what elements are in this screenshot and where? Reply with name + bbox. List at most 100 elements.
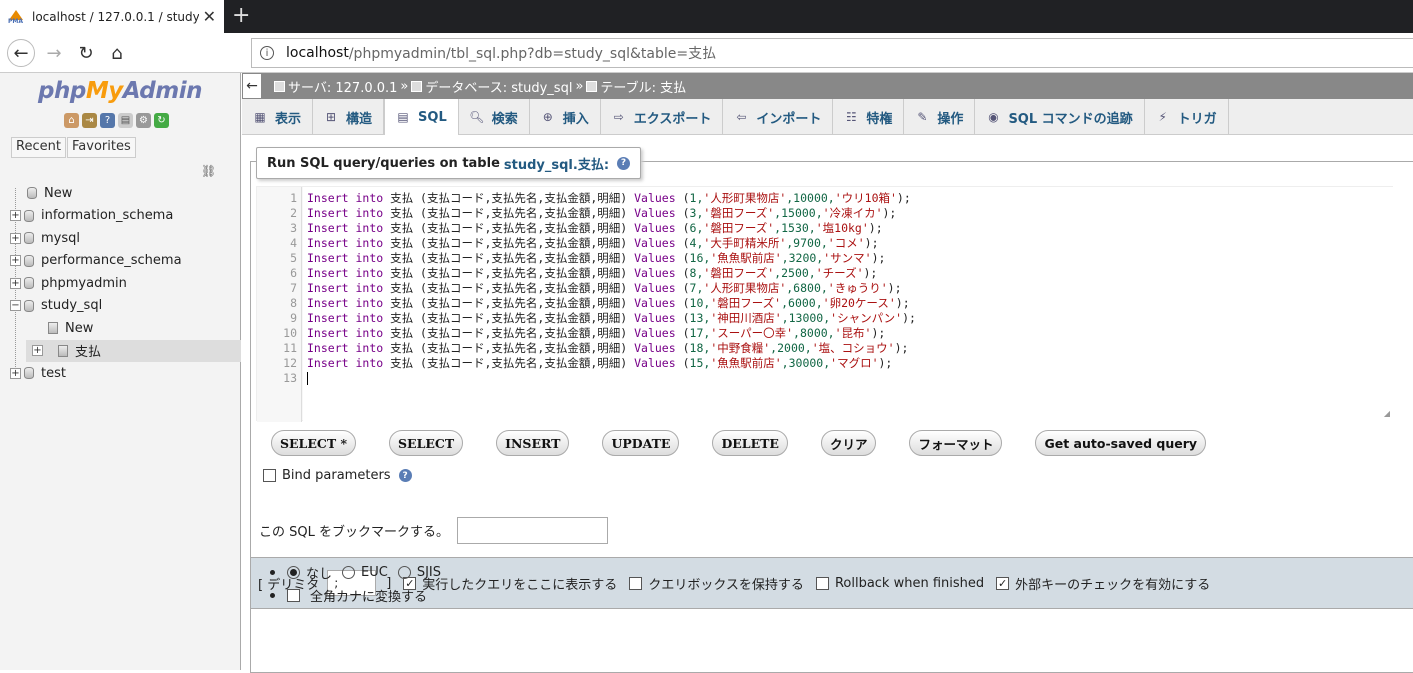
sql-line: Insert into 支払 (支払コード,支払先名,支払金額,明細) Valu… [307,206,897,220]
breadcrumb-table[interactable]: テーブル: 支払 [586,77,686,96]
forward-icon[interactable]: → [40,39,68,67]
gear-icon[interactable]: ⚙ [136,113,151,128]
sql-query-textarea[interactable]: Insert into 支払 (支払コード,支払先名,支払金額,明細) Valu… [303,187,1393,422]
bind-parameters-checkbox[interactable] [263,469,276,482]
docs-icon[interactable]: ▤ [118,113,133,128]
collapse-nav-icon[interactable]: ← [242,73,262,99]
tab-insert[interactable]: ⊕ 挿入 [530,99,601,135]
tree-db-mysql[interactable]: + mysql [0,227,241,250]
back-icon[interactable]: ← [7,39,35,67]
encoding-euc-radio[interactable] [342,566,356,579]
expand-icon[interactable]: + [10,210,21,222]
address-bar[interactable]: i localhost/phpmyadmin/tbl_sql.php?db=st… [251,38,1413,68]
line-number: 10 [283,326,297,340]
home-icon[interactable]: ⌂ [103,39,131,67]
select-star-button[interactable]: SELECT * [271,430,357,456]
database-icon [24,232,34,245]
line-number: 7 [290,281,297,295]
encoding-none-radio[interactable] [287,566,300,579]
help-icon[interactable]: ? [398,469,412,482]
site-info-icon[interactable]: i [260,46,274,60]
reload-icon[interactable]: ↻ [154,113,169,128]
home-icon[interactable]: ⌂ [64,113,79,128]
database-tree: New + information_schema + mysql + performa… [0,182,241,385]
database-icon [24,367,34,380]
breadcrumb: ← サーバ: 127.0.0.1 » データベース: study_sql » テ… [242,73,1413,99]
line-number: 12 [283,356,297,370]
legend-table-link[interactable]: study_sql.支払: [504,154,609,173]
line-number: 13 [283,371,297,385]
tab-export[interactable]: ⇨ エクスポート [601,99,724,135]
expand-icon[interactable]: + [10,255,21,267]
tree-new-database[interactable]: New [0,182,241,205]
tab-browse[interactable]: ▦ 表示 [242,99,314,135]
table-icon [58,344,68,357]
link-icon[interactable]: ⛓ [201,164,216,178]
privileges-icon: ☷ [846,110,857,124]
tree-db-study-sql[interactable]: − study_sql [0,295,241,318]
tree-db-test[interactable]: + test [0,362,241,385]
expand-icon[interactable]: + [10,277,21,289]
tab-import[interactable]: ⇦ インポート [723,99,834,135]
kana-convert-checkbox[interactable] [287,589,300,602]
get-auto-saved-query-button[interactable]: Get auto-saved query [1035,430,1207,456]
line-number: 8 [290,296,297,310]
browser-tab[interactable]: PMA localhost / 127.0.0.1 / study_sql ✕ [0,0,224,33]
tab-triggers[interactable]: ⚡︎ トリガ [1145,99,1229,135]
expand-icon[interactable]: + [10,367,21,379]
sql-line: Insert into 支払 (支払コード,支払先名,支払金額,明細) Valu… [307,326,886,340]
sql-line: Insert into 支払 (支払コード,支払先名,支払金額,明細) Valu… [307,341,909,355]
resize-handle-icon[interactable]: ◢ [1384,409,1390,418]
tab-tracking[interactable]: ◉ SQL コマンドの追跡 [975,99,1145,135]
clear-button[interactable]: クリア [820,430,877,456]
tree-db-performance-schema[interactable]: + performance_schema [0,250,241,273]
line-numbers: 1 2 3 4 5 6 7 8 9 10 11 12 13 [257,187,302,422]
tree-table-payments[interactable]: + 支払 [26,339,241,362]
encoding-sjis-radio[interactable] [397,566,411,579]
logout-icon[interactable]: ⇥ [82,113,97,128]
line-number: 11 [283,341,297,355]
phpmyadmin-logo[interactable]: phpMyAdmin [38,78,202,104]
export-icon: ⇨ [613,110,624,124]
line-number: 6 [290,266,297,280]
bookmark-row: この SQL をブックマークする。 [259,517,608,544]
update-button[interactable]: UPDATE [602,430,680,456]
reload-icon[interactable]: ↻ [72,39,100,67]
expand-icon[interactable]: + [10,232,21,244]
database-icon [411,80,423,92]
recent-button[interactable]: Recent [11,137,66,158]
tab-sql[interactable]: ▤ SQL [384,99,459,135]
url-path: /phpmyadmin/tbl_sql.php?db=study_sql&tab… [348,46,717,62]
delete-button[interactable]: DELETE [712,430,788,456]
tab-structure[interactable]: ⊞ 構造 [313,99,385,135]
line-number: 9 [290,311,297,325]
sql-line: Insert into 支払 (支払コード,支払先名,支払金額,明細) Valu… [307,236,879,250]
foreign-key-check-checkbox[interactable]: ✓ [996,576,1010,590]
close-tab-icon[interactable]: ✕ [203,7,216,26]
insert-button[interactable]: INSERT [496,430,570,456]
bookmark-name-input[interactable] [457,517,608,544]
help-icon[interactable]: ? [617,156,631,170]
expand-icon[interactable]: + [32,345,43,357]
tab-search[interactable]: 🔍︎ 検索 [459,99,530,135]
tree-new-table[interactable]: New [0,317,241,340]
breadcrumb-server[interactable]: サーバ: 127.0.0.1 [274,77,397,96]
collapse-icon[interactable]: − [10,300,21,312]
retain-query-box-checkbox[interactable] [629,576,643,590]
sql-line: Insert into 支払 (支払コード,支払先名,支払金額,明細) Valu… [307,221,883,235]
tree-db-phpmyadmin[interactable]: + phpmyadmin [0,272,241,295]
help-icon[interactable]: ? [100,113,115,128]
favorites-button[interactable]: Favorites [67,137,136,158]
tree-db-information-schema[interactable]: + information_schema [0,205,241,228]
triggers-icon: ⚡︎ [1158,110,1167,124]
breadcrumb-database[interactable]: データベース: study_sql [411,77,572,96]
main-panel: ← サーバ: 127.0.0.1 » データベース: study_sql » テ… [242,73,1413,673]
format-button[interactable]: フォーマット [909,430,1003,456]
sql-editor[interactable]: 1 2 3 4 5 6 7 8 9 10 11 12 13 Insert into 支払 (支払コード,… [256,186,1393,422]
sql-line: Insert into 支払 (支払コード,支払先名,支払金額,明細) Valu… [307,191,911,205]
tab-privileges[interactable]: ☷ 特権 [833,99,905,135]
rollback-checkbox[interactable] [815,576,829,590]
new-tab-icon[interactable]: + [232,3,250,28]
select-button[interactable]: SELECT [389,430,464,456]
tab-operations[interactable]: ✎ 操作 [904,99,976,135]
